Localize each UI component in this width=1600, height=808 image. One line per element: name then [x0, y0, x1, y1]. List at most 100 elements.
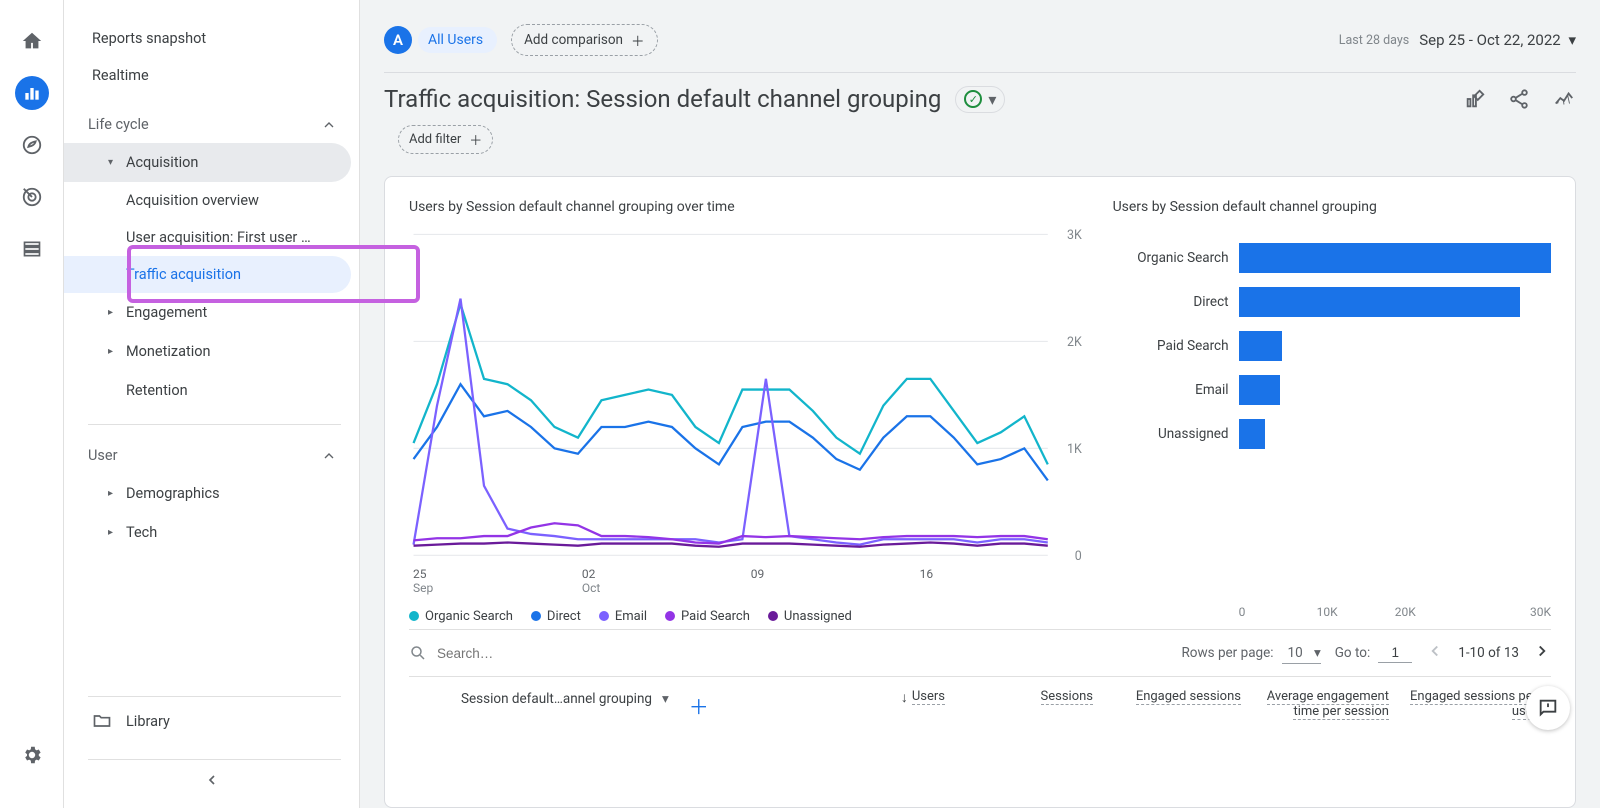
chevron-up-icon: [321, 448, 337, 464]
share-icon[interactable]: [1508, 88, 1530, 110]
icon-rail: [0, 0, 64, 808]
nav-label: Monetization: [126, 343, 211, 360]
caret-down-icon: ▾: [662, 691, 669, 707]
report-card: Users by Session default channel groupin…: [384, 176, 1576, 808]
nav-retention[interactable]: Retention: [64, 371, 351, 410]
divider: [88, 424, 341, 425]
status-dropdown[interactable]: ✓ ▾: [955, 86, 1005, 113]
bar-chart: Organic Search Direct Paid Search Email …: [1113, 223, 1551, 599]
nav-traffic-acquisition[interactable]: Traffic acquisition: [64, 256, 351, 293]
nav-tech[interactable]: ▸ Tech: [64, 513, 351, 552]
nav-label: Acquisition: [126, 154, 198, 171]
section-user[interactable]: User: [64, 437, 359, 474]
goto-page: Go to:: [1335, 643, 1413, 663]
chevron-up-icon: [321, 117, 337, 133]
settings-icon[interactable]: [15, 738, 49, 772]
caret-down-icon: ▾: [1568, 31, 1576, 49]
prev-page-button[interactable]: [1426, 642, 1444, 664]
customize-report-icon[interactable]: [1464, 88, 1486, 110]
col-users[interactable]: ↓ Users: [811, 677, 959, 734]
search-icon: [409, 644, 427, 662]
add-filter-button[interactable]: Add filter ＋: [398, 125, 493, 154]
search-wrap: [409, 644, 1167, 662]
date-range-picker[interactable]: Sep 25 - Oct 22, 2022 ▾: [1419, 31, 1576, 49]
table-controls: Rows per page: 10 ▾ Go to: 1-10 of 13: [409, 629, 1551, 676]
legend-item[interactable]: Organic Search: [409, 609, 513, 624]
caret-down-icon: ▾: [1314, 645, 1321, 661]
explore-icon[interactable]: [15, 128, 49, 162]
col-avg-engagement-time[interactable]: Average engagement time per session: [1255, 677, 1403, 734]
pager: 1-10 of 13: [1426, 642, 1551, 664]
bar-label: Unassigned: [1113, 426, 1229, 442]
chip-label: Add comparison: [524, 32, 623, 48]
divider: [384, 72, 1576, 73]
nav-label: Tech: [126, 524, 157, 541]
nav-acquisition[interactable]: ▾ Acquisition: [64, 143, 351, 182]
date-range-text: Sep 25 - Oct 22, 2022: [1419, 31, 1561, 49]
legend-item[interactable]: Direct: [531, 609, 581, 624]
add-comparison-button[interactable]: Add comparison ＋: [511, 24, 657, 56]
legend-item[interactable]: Paid Search: [665, 609, 750, 624]
table-header: Session default…annel grouping ▾ ＋ ↓ Use…: [409, 676, 1551, 734]
main-content: A All Users Add comparison ＋ Last 28 day…: [360, 0, 1600, 808]
dimension-label: Session default…annel grouping: [461, 691, 652, 707]
nav-user-acquisition[interactable]: User acquisition: First user …: [64, 219, 351, 256]
reports-icon[interactable]: [15, 76, 49, 110]
advertising-icon[interactable]: [15, 180, 49, 214]
caret-right-icon: ▸: [108, 346, 126, 357]
col-label: Engaged sessions: [1136, 689, 1241, 705]
nav-acquisition-overview[interactable]: Acquisition overview: [64, 182, 351, 219]
svg-text:2K: 2K: [1067, 335, 1082, 350]
col-label: Users: [912, 689, 945, 705]
legend-item[interactable]: Email: [599, 609, 647, 624]
insights-icon[interactable]: [1552, 88, 1576, 110]
title-actions: [1464, 88, 1576, 110]
nav-monetization[interactable]: ▸ Monetization: [64, 332, 351, 371]
col-engaged-sessions[interactable]: Engaged sessions: [1107, 677, 1255, 734]
rows-per-page: Rows per page: 10 ▾: [1181, 643, 1320, 664]
feedback-button[interactable]: [1526, 686, 1570, 730]
plus-icon: ＋: [469, 130, 482, 149]
nav-label: Demographics: [126, 485, 220, 502]
chip-label: Add filter: [409, 132, 461, 147]
caret-right-icon: ▸: [108, 527, 126, 538]
comparison-bar: A All Users Add comparison ＋ Last 28 day…: [384, 24, 1576, 56]
nav-demographics[interactable]: ▸ Demographics: [64, 474, 351, 513]
col-label: Sessions: [1041, 689, 1094, 705]
col-label: Engaged sessions per user: [1410, 689, 1537, 720]
add-dimension-button[interactable]: ＋: [689, 691, 709, 720]
goto-input[interactable]: [1378, 643, 1412, 663]
dimension-picker[interactable]: Session default…annel grouping ▾ ＋: [409, 677, 811, 734]
section-life-cycle[interactable]: Life cycle: [64, 106, 359, 143]
home-icon[interactable]: [15, 24, 49, 58]
page-title: Traffic acquisition: Session default cha…: [384, 85, 941, 113]
bar-row: Email: [1113, 375, 1551, 405]
rpp-label: Rows per page:: [1181, 645, 1273, 661]
nav-library[interactable]: Library: [64, 697, 359, 745]
configure-icon[interactable]: [15, 232, 49, 266]
rpp-value: 10: [1288, 645, 1303, 661]
search-input[interactable]: [437, 646, 637, 661]
caret-down-icon: ▾: [108, 157, 126, 168]
segment-label[interactable]: All Users: [418, 27, 497, 53]
legend-item[interactable]: Unassigned: [768, 609, 852, 624]
nav-engagement[interactable]: ▸ Engagement: [64, 293, 351, 332]
sort-desc-icon: ↓: [901, 689, 908, 706]
bar-label: Email: [1113, 382, 1229, 398]
collapse-sidebar-button[interactable]: [64, 760, 359, 808]
next-page-button[interactable]: [1533, 642, 1551, 664]
col-sessions[interactable]: Sessions: [959, 677, 1107, 734]
plus-icon: ＋: [631, 30, 645, 50]
bar-label: Paid Search: [1113, 338, 1229, 354]
bar-row: Direct: [1113, 287, 1551, 317]
folder-icon: [92, 711, 112, 731]
nav-label: Retention: [126, 382, 188, 399]
nav-reports-snapshot[interactable]: Reports snapshot: [64, 20, 359, 57]
svg-text:0: 0: [1075, 549, 1082, 564]
chart-legend: Organic Search Direct Email Paid Search Unas…: [409, 609, 1089, 624]
title-row: Traffic acquisition: Session default cha…: [384, 85, 1576, 113]
nav-realtime[interactable]: Realtime: [64, 57, 359, 94]
segment-badge[interactable]: A: [384, 26, 412, 54]
page-range: 1-10 of 13: [1458, 645, 1519, 661]
rpp-select[interactable]: 10 ▾: [1282, 643, 1321, 664]
